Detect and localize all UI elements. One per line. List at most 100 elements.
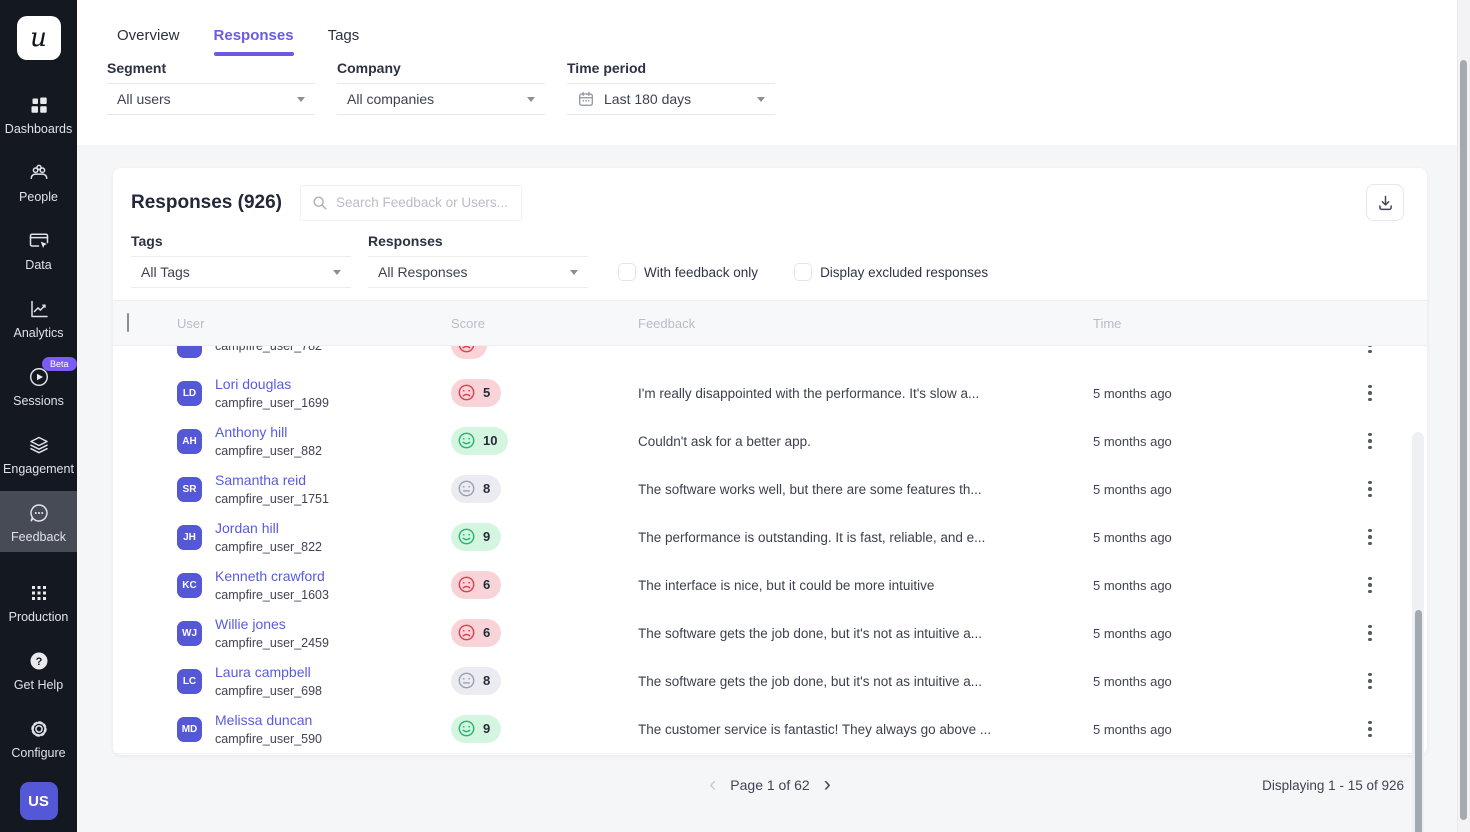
responses-filter: Responses All Responses [368, 233, 588, 288]
tab-tags[interactable]: Tags [328, 27, 360, 56]
score-badge: 6 [451, 619, 501, 647]
display-excluded-option[interactable]: Display excluded responses [794, 263, 988, 281]
display-excluded-checkbox[interactable] [794, 263, 812, 281]
company-select[interactable]: All companies [337, 83, 545, 115]
segment-label: Segment [107, 60, 315, 83]
table-row[interactable]: AH Anthony hill campfire_user_882 10 Cou… [113, 417, 1427, 465]
table-row[interactable]: LD Lori douglas campfire_user_1699 5 I'm… [113, 369, 1427, 417]
sentiment-face-icon [457, 671, 476, 690]
feedback-text: The software gets the job done, but it's… [638, 674, 1082, 689]
user-name[interactable]: Jordan hill [215, 520, 279, 536]
sentiment-face-icon [457, 527, 476, 546]
sidebar-item-production[interactable]: Production [0, 571, 77, 632]
feedback-text: I'm really disappointed with the perform… [638, 386, 1082, 401]
company-value: All companies [347, 91, 527, 107]
score-value: 5 [483, 385, 490, 400]
app-logo[interactable]: u [17, 16, 61, 60]
sidebar-item-dashboards[interactable]: Dashboards [0, 83, 77, 144]
company-filter: Company All companies [337, 60, 545, 115]
search-input[interactable] [336, 195, 511, 210]
sidebar-item-get-help[interactable]: ? Get Help [0, 639, 77, 700]
avatar: MD [177, 717, 202, 742]
feedback-icon [27, 500, 51, 526]
time-period-select[interactable]: Last 180 days [567, 83, 775, 115]
time-text: 5 months ago [1082, 386, 1342, 401]
download-button[interactable] [1366, 184, 1404, 221]
user-username: campfire_user_2459 [215, 635, 329, 651]
top-bar: Overview Responses Tags Segment All user… [77, 0, 1470, 145]
responses-select[interactable]: All Responses [368, 256, 588, 288]
user-avatar-menu[interactable]: US [20, 782, 58, 820]
configure-icon [27, 716, 51, 742]
avatar: SR [177, 477, 202, 502]
table-row[interactable]: SR Samantha reid campfire_user_1751 8 Th… [113, 465, 1427, 513]
sidebar-item-label: Sessions [13, 394, 64, 408]
user-name[interactable]: Willie jones [215, 616, 286, 632]
table-row[interactable]: JH Jordan hill campfire_user_822 9 The p… [113, 513, 1427, 561]
search-icon [311, 194, 328, 211]
sidebar-item-data[interactable]: Data [0, 219, 77, 280]
row-menu-button[interactable] [1342, 715, 1398, 743]
score-badge: 9 [451, 523, 501, 551]
time-text: 5 months ago [1082, 578, 1342, 593]
row-menu-button[interactable] [1342, 571, 1398, 599]
with-feedback-only-checkbox[interactable] [618, 263, 636, 281]
sidebar-item-label: Analytics [13, 326, 63, 340]
user-name[interactable]: Kenneth crawford [215, 568, 325, 584]
row-menu-button[interactable] [1342, 475, 1398, 503]
user-name[interactable]: Laura campbell [215, 664, 311, 680]
tab-overview[interactable]: Overview [117, 27, 180, 56]
score-badge: 8 [451, 475, 501, 503]
table-header: User Score Feedback Time [113, 300, 1427, 346]
row-menu-button[interactable] [1342, 619, 1398, 647]
engagement-icon [27, 432, 51, 458]
time-period-filter: Time period Last 180 days [567, 60, 775, 115]
sidebar-item-label: People [19, 190, 58, 204]
row-menu-button[interactable] [1342, 667, 1398, 695]
sidebar-item-analytics[interactable]: Analytics [0, 287, 77, 348]
table-row[interactable]: WJ Willie jones campfire_user_2459 6 The… [113, 609, 1427, 657]
sidebar-item-configure[interactable]: Configure [0, 707, 77, 768]
next-page-button[interactable]: › [818, 775, 837, 795]
segment-select[interactable]: All users [107, 83, 315, 115]
select-all-checkbox[interactable] [127, 313, 129, 332]
user-name[interactable]: Melissa duncan [215, 712, 312, 728]
tab-responses[interactable]: Responses [214, 27, 294, 56]
user-name[interactable]: Lori douglas [215, 376, 291, 392]
table-row[interactable]: MD Melissa duncan campfire_user_590 9 Th… [113, 705, 1427, 753]
user-name[interactable]: Samantha reid [215, 472, 306, 488]
row-menu-button[interactable] [1342, 427, 1398, 455]
sidebar-item-engagement[interactable]: Engagement [0, 423, 77, 484]
row-menu-button[interactable] [1342, 523, 1398, 551]
previous-page-button[interactable]: ‹ [703, 775, 722, 795]
sidebar-item-people[interactable]: People [0, 151, 77, 212]
page-scrollbar[interactable] [1457, 0, 1470, 832]
chevron-down-icon [570, 270, 578, 275]
avatar: AH [177, 429, 202, 454]
card-filters: Tags All Tags Responses All Responses [113, 221, 1427, 288]
with-feedback-only-option[interactable]: With feedback only [618, 263, 758, 281]
sidebar-item-sessions[interactable]: Beta Sessions [0, 355, 77, 416]
checkbox-group: With feedback only Display excluded resp… [618, 263, 1024, 281]
display-excluded-label: Display excluded responses [820, 265, 988, 280]
time-text: 5 months ago [1082, 626, 1342, 641]
score-badge: 5 [451, 379, 501, 407]
avatar: JH [177, 525, 202, 550]
search-box [300, 185, 522, 221]
global-filters: Segment All users Company All companies … [117, 60, 1470, 115]
page-scrollbar-thumb[interactable] [1460, 60, 1467, 820]
tags-select[interactable]: All Tags [131, 256, 351, 288]
sidebar-item-label: Production [9, 610, 69, 624]
column-header-score: Score [451, 316, 638, 331]
table-row[interactable]: campfire_user_782 [113, 346, 1427, 369]
responses-label: Responses [368, 233, 588, 256]
chevron-down-icon [297, 97, 305, 102]
user-name[interactable]: Anthony hill [215, 424, 287, 440]
row-menu-button[interactable] [1342, 346, 1398, 359]
row-menu-button[interactable] [1342, 379, 1398, 407]
table-row[interactable]: KC Kenneth crawford campfire_user_1603 6… [113, 561, 1427, 609]
tab-bar: Overview Responses Tags [117, 0, 1470, 56]
user-username: campfire_user_822 [215, 539, 322, 555]
table-row[interactable]: LC Laura campbell campfire_user_698 8 Th… [113, 657, 1427, 705]
sidebar-item-feedback[interactable]: Feedback [0, 491, 77, 552]
